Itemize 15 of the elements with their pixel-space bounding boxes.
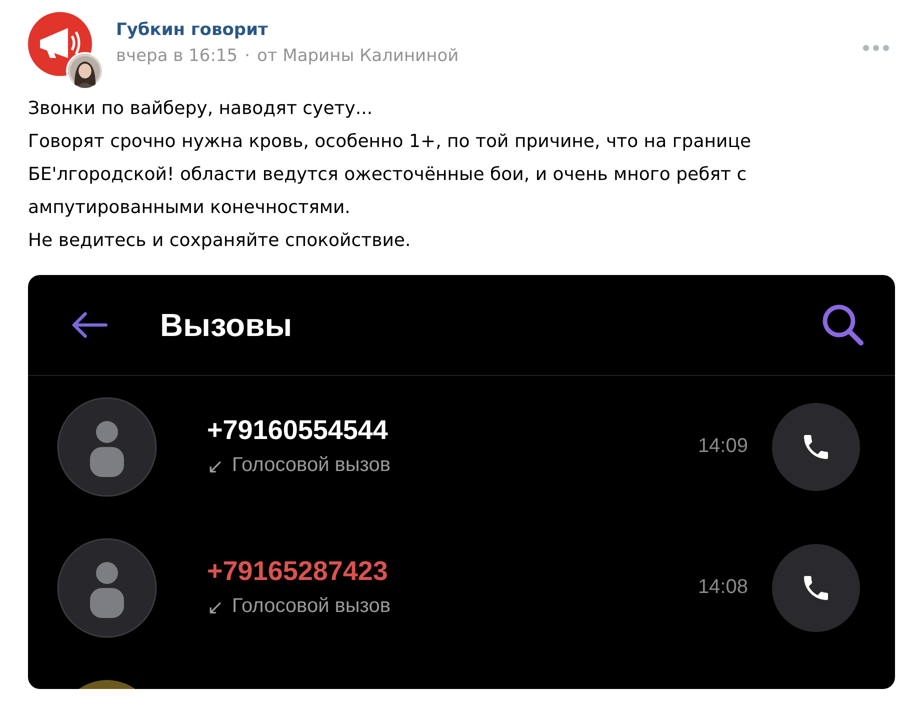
phone-number: +79165287423 (207, 556, 389, 586)
screen-title: Вызовы (160, 306, 292, 344)
incoming-arrow-glyph: ↙ (207, 596, 224, 620)
separator-dot: · (244, 46, 250, 66)
call-type: Голосовой вызов (232, 594, 390, 618)
signed-by: от Марины Калининой (256, 46, 459, 66)
call-time: 14:09 (698, 435, 748, 458)
call-type: Голосовой вызов (232, 454, 390, 478)
incoming-arrow-glyph: ↙ (207, 454, 224, 478)
call-time: 14:08 (698, 576, 748, 599)
author-link[interactable]: Губкин говорит (116, 20, 459, 40)
post-text: Говорят срочно нужна кровь, особенно 1+, по той причине, что на границе БЕ'лгородской! области ведутся ожесточённые бои, и очень много ребят с ампутированными конечностями. (28, 130, 752, 220)
phone-number: +79160554544 (207, 414, 389, 446)
post-text: Не ведитесь и сохраняйте спокойствие. (28, 229, 412, 253)
post-text: Звонки по вайберу, наводят суету... (28, 97, 374, 121)
